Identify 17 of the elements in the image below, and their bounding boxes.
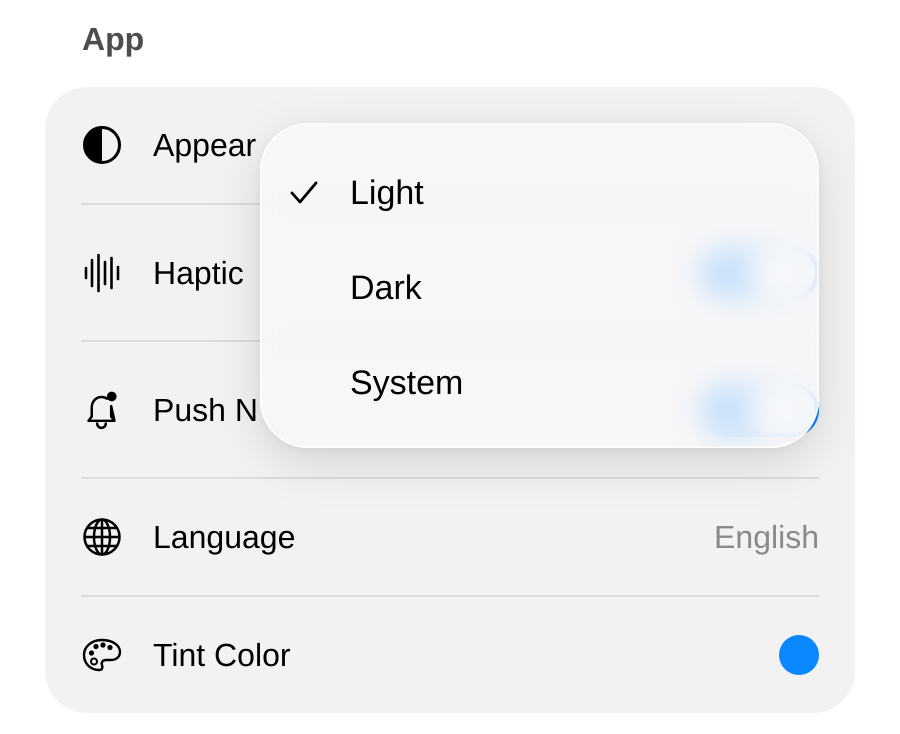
row-value: English [714,518,819,556]
row-label: Tint Color [153,636,291,674]
menu-item[interactable]: Light [260,145,819,240]
checkmark-icon [290,180,318,205]
row-label: Push N [153,390,258,428]
menu-item[interactable]: Dark [260,240,819,335]
row-label: Appear [153,126,256,164]
menu-item[interactable]: System [260,335,819,430]
row-label: Language [153,518,296,556]
section-header: App [82,20,144,59]
globe-icon [82,517,122,557]
color-dot-icon[interactable] [779,635,819,675]
waveform-icon [84,252,120,292]
row-label: Haptic [153,254,244,292]
palette-icon [82,637,122,673]
bell-icon [86,390,118,430]
half-circle-icon [82,125,122,165]
